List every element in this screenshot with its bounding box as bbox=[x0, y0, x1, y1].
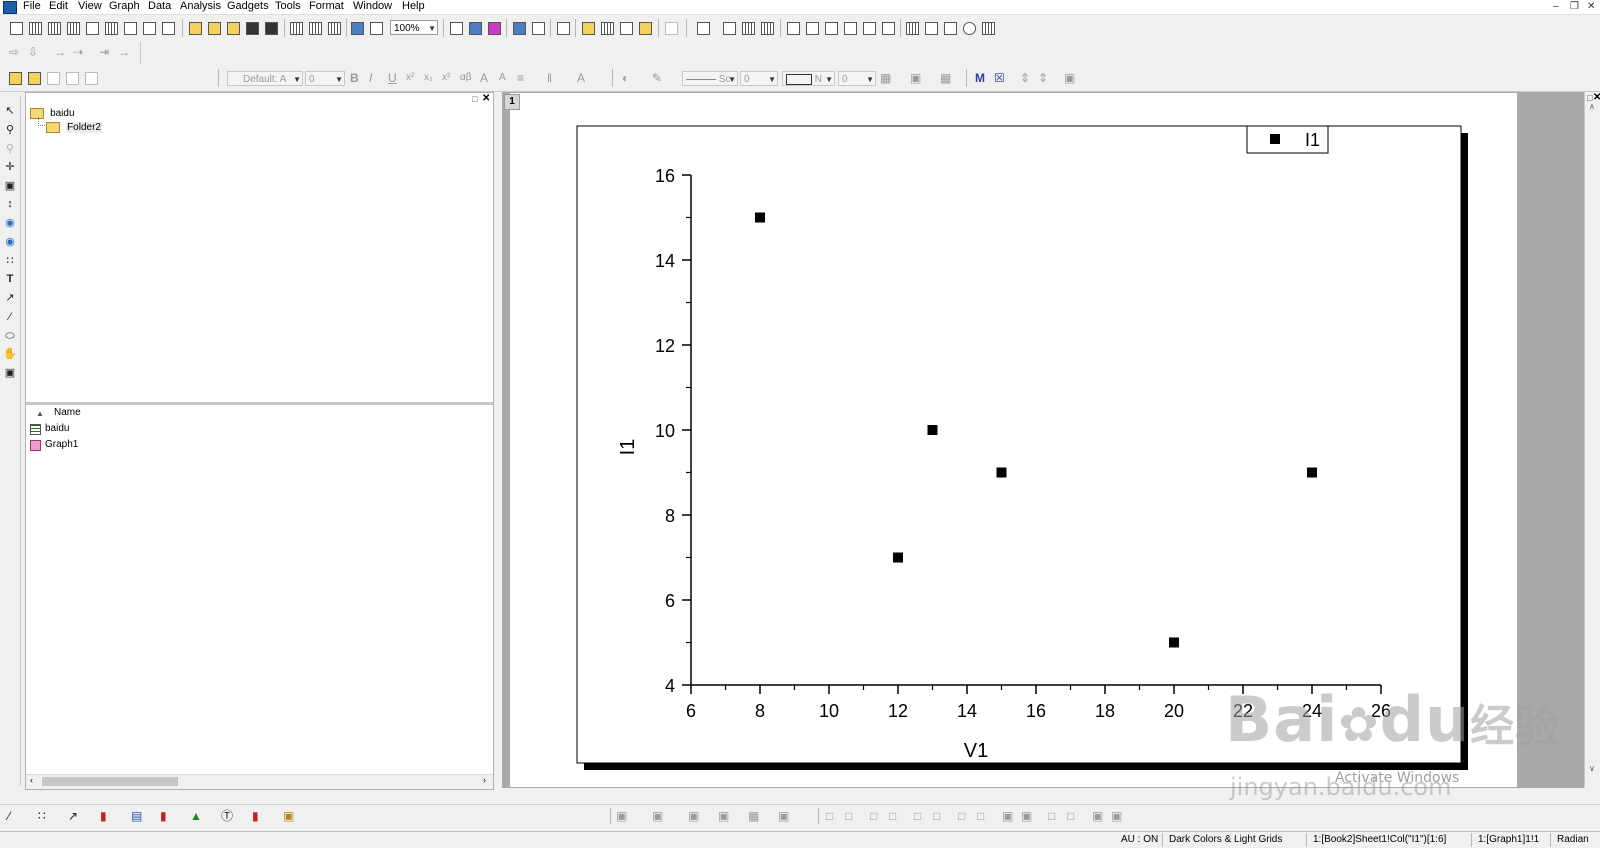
layer-add-icon[interactable]: ▣ bbox=[652, 809, 663, 823]
layer-arrange-icon[interactable]: ▣ bbox=[616, 809, 627, 823]
y-tick-label: 16 bbox=[655, 166, 675, 186]
template-plot-icon[interactable]: ▣ bbox=[283, 809, 294, 823]
zoom-page-icon[interactable]: □ bbox=[1067, 809, 1074, 823]
group-icon[interactable]: ▦ bbox=[748, 809, 759, 823]
zoom-fit-icon[interactable]: □ bbox=[1048, 809, 1055, 823]
stats-plot-icon[interactable]: ▮ bbox=[160, 809, 167, 823]
line-plot-icon[interactable]: ∕ bbox=[8, 809, 10, 823]
legend[interactable]: I1 bbox=[1246, 125, 1329, 154]
ungroup-icon[interactable]: ▣ bbox=[778, 809, 789, 823]
x-tick-label: 18 bbox=[1095, 701, 1115, 721]
stock-plot-icon[interactable]: ▮ bbox=[252, 809, 259, 823]
align-left-icon[interactable]: □ bbox=[826, 809, 833, 823]
y-tick-label: 6 bbox=[665, 591, 675, 611]
watermark-brand-text-2: du bbox=[1379, 683, 1471, 756]
activate-windows-text: Activate Windows bbox=[1335, 770, 1460, 786]
x-tick-label: 6 bbox=[686, 701, 696, 721]
align-top-icon[interactable]: □ bbox=[870, 809, 877, 823]
same-width-icon[interactable]: □ bbox=[958, 809, 965, 823]
crop-icon[interactable]: ▣ bbox=[1092, 809, 1103, 823]
status-active-graph: 1:[Graph1]1!1 bbox=[1478, 834, 1540, 845]
align-bottom-icon[interactable]: □ bbox=[889, 809, 896, 823]
y-tick-label: 4 bbox=[665, 676, 675, 696]
watermark-brand: Bai✿du经验 bbox=[1225, 683, 1560, 756]
same-height-icon[interactable]: □ bbox=[977, 809, 984, 823]
legend-marker bbox=[1270, 134, 1280, 144]
y-tick-label: 8 bbox=[665, 506, 675, 526]
object-front-icon[interactable]: ▣ bbox=[688, 809, 699, 823]
special-plot-icon[interactable]: Ⓣ bbox=[221, 809, 233, 823]
status-active-range: 1:[Book2]Sheet1!Col("I1")[1:6] bbox=[1313, 834, 1447, 845]
watermark-cn-text: 经验 bbox=[1470, 701, 1561, 752]
data-point[interactable] bbox=[996, 467, 1007, 478]
watermark-brand-text: Bai bbox=[1225, 683, 1339, 756]
object-back-icon[interactable]: ▣ bbox=[718, 809, 729, 823]
scatter-plot-icon[interactable]: ∷ bbox=[38, 809, 46, 823]
y-tick-label: 10 bbox=[655, 421, 675, 441]
line-symbol-plot-icon[interactable]: ↗ bbox=[68, 809, 78, 823]
column-plot-icon[interactable]: ▮ bbox=[100, 809, 107, 823]
contour-plot-icon[interactable]: ▲ bbox=[190, 809, 202, 823]
data-point[interactable] bbox=[1169, 637, 1179, 648]
x-tick-label: 20 bbox=[1164, 701, 1184, 721]
x-tick-label: 8 bbox=[755, 701, 765, 721]
status-au: AU : ON bbox=[1121, 834, 1159, 845]
plot-toolbar: ∕ ∷ ↗ ▮ ▤ ▮ ▲ Ⓣ ▮ ▣ ▣ ▣ ▣ ▣ ▦ ▣ □ □ □ □ … bbox=[0, 804, 1600, 827]
watermark-paw-icon: ✿ bbox=[1338, 697, 1380, 753]
x-tick-label: 14 bbox=[957, 701, 977, 721]
area-plot-icon[interactable]: ▤ bbox=[131, 809, 142, 823]
data-point[interactable] bbox=[893, 552, 903, 563]
x-axis-label: V1 bbox=[964, 740, 988, 762]
align-hcenter-icon[interactable]: □ bbox=[933, 809, 940, 823]
legend-label: I1 bbox=[1305, 130, 1320, 150]
distribute-v-icon[interactable]: ▣ bbox=[1021, 809, 1032, 823]
data-point[interactable] bbox=[755, 212, 765, 223]
data-point[interactable] bbox=[1307, 467, 1317, 478]
align-right-icon[interactable]: □ bbox=[845, 809, 852, 823]
align-vcenter-icon[interactable]: □ bbox=[914, 809, 921, 823]
y-tick-label: 14 bbox=[655, 251, 675, 271]
x-tick-label: 12 bbox=[888, 701, 908, 721]
y-axis-label: I1 bbox=[617, 439, 639, 456]
y-tick-label: 12 bbox=[655, 336, 675, 356]
x-tick-label: 10 bbox=[819, 701, 839, 721]
data-point[interactable] bbox=[927, 425, 938, 435]
status-theme[interactable]: Dark Colors & Light Grids bbox=[1169, 834, 1282, 846]
x-tick-label: 16 bbox=[1026, 701, 1046, 721]
distribute-icon[interactable]: ▣ bbox=[1002, 809, 1013, 823]
status-bar: AU : ON Dark Colors & Light Grids 1:[Boo… bbox=[0, 831, 1600, 848]
plot-frame bbox=[576, 125, 1462, 764]
status-angle-unit[interactable]: Radian bbox=[1557, 834, 1589, 846]
resize-icon[interactable]: ▣ bbox=[1111, 809, 1122, 823]
